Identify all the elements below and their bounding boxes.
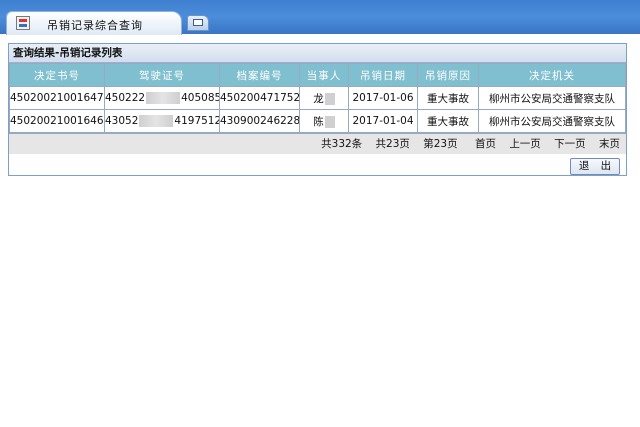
cell-revoke-reason: 重大事故 [417,109,479,133]
first-page-link[interactable]: 首页 [475,138,496,150]
cell-decision-no: 450200210016477 [9,86,105,110]
cell-authority: 柳州市公安局交通警察支队 [478,86,626,110]
cell-party: 陈 [299,109,349,133]
cell-authority: 柳州市公安局交通警察支队 [478,109,626,133]
col-party: 当事人 [299,63,349,87]
document-list-icon [16,16,30,30]
exit-button[interactable]: 退 出 [570,158,620,175]
new-tab-icon[interactable] [187,15,209,31]
redaction-mask [139,115,174,127]
panel-footer: 退 出 [9,154,626,178]
cell-license-no: 4502224050856 [104,86,220,110]
panel-title: 查询结果-吊销记录列表 [9,44,626,63]
next-page-link[interactable]: 下一页 [554,138,586,150]
pagination-bar: 共332条 共23页 第23页 首页 上一页 下一页 末页 [9,133,626,154]
last-page-link[interactable]: 末页 [599,138,620,150]
col-license-no: 驾驶证号 [104,63,220,87]
table-row[interactable]: 450200210016477 4502224050856 4502004717… [9,86,626,110]
redaction-mask [146,92,181,104]
record-count: 共332条 [321,138,363,150]
col-revoke-date: 吊销日期 [348,63,418,87]
cell-revoke-date: 2017-01-06 [348,86,418,110]
page-count: 共23页 [375,138,410,150]
col-decision-no: 决定书号 [9,63,105,87]
cell-license-no: 43052 4197512 [104,109,220,133]
result-panel: 查询结果-吊销记录列表 决定书号 驾驶证号 档案编号 当事人 吊销日期 吊销原因… [8,43,627,176]
redaction-mask [324,115,335,128]
cell-party: 龙 [299,86,349,110]
redaction-mask [324,92,335,105]
prev-page-link[interactable]: 上一页 [509,138,541,150]
col-authority: 决定机关 [478,63,626,87]
top-tab-bar: 吊销记录综合查询 [0,0,640,35]
cell-file-no: 450200471752 [219,86,300,110]
cell-decision-no: 450200210016468 [9,109,105,133]
cell-file-no: 430900246228 [219,109,300,133]
cell-revoke-date: 2017-01-04 [348,109,418,133]
revocation-table: 决定书号 驾驶证号 档案编号 当事人 吊销日期 吊销原因 决定机关 450200… [9,63,626,133]
col-revoke-reason: 吊销原因 [417,63,479,87]
tab-revocation-query[interactable]: 吊销记录综合查询 [6,11,182,35]
table-header-row: 决定书号 驾驶证号 档案编号 当事人 吊销日期 吊销原因 决定机关 [9,63,626,87]
current-page: 第23页 [423,138,458,150]
table-row[interactable]: 450200210016468 43052 4197512 43090024622… [9,109,626,133]
col-file-no: 档案编号 [219,63,300,87]
tab-title: 吊销记录综合查询 [47,19,143,32]
cell-revoke-reason: 重大事故 [417,86,479,110]
